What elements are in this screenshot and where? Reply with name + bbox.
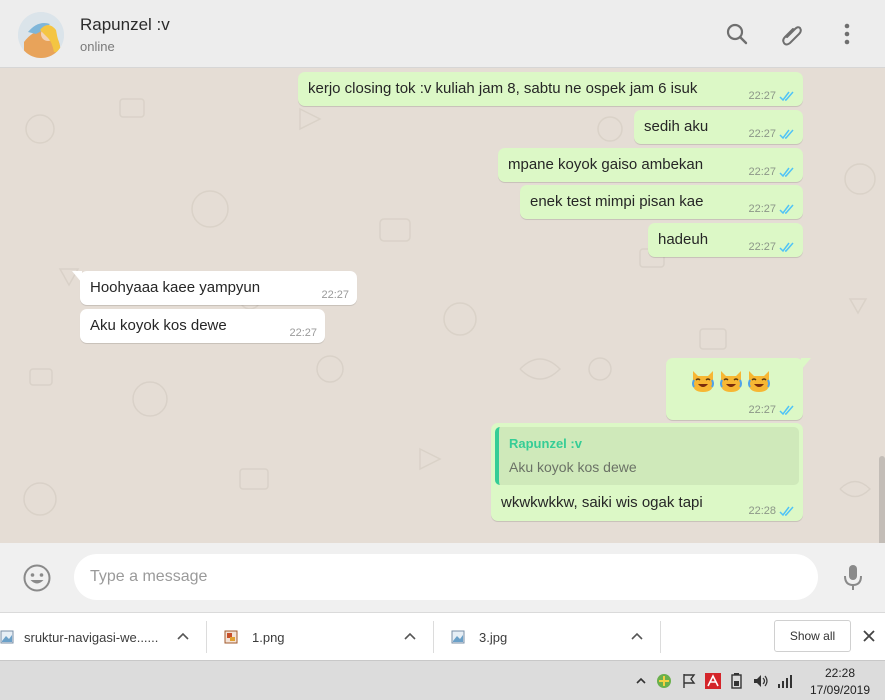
message-text: wkwkwkkw, saiki wis ogak tapi <box>501 494 703 511</box>
message-incoming[interactable]: Hoohyaaa kaee yampyun 22:27 <box>72 271 357 305</box>
app-tray-icon[interactable] <box>655 673 673 689</box>
antivirus-icon[interactable] <box>704 673 722 689</box>
message-time: 22:27 <box>748 203 776 215</box>
contact-name[interactable]: Rapunzel :v <box>80 15 170 35</box>
message-outgoing-reply[interactable]: Rapunzel :v Aku koyok kos dewe wkwkwkkw,… <box>491 423 803 521</box>
message-text: Hoohyaaa kaee yampyun <box>90 279 261 296</box>
message-outgoing[interactable]: kerjo closing tok :v kuliah jam 8, sabtu… <box>298 72 803 106</box>
emoji-icon[interactable] <box>22 563 52 593</box>
message-text: hadeuh <box>658 231 709 248</box>
message-outgoing[interactable]: hadeuh 22:27 <box>648 223 803 257</box>
avatar[interactable] <box>18 12 64 58</box>
message-outgoing[interactable]: sedih aku 22:27 <box>634 110 803 144</box>
tray-expand-icon[interactable] <box>632 673 650 689</box>
whatsapp-window: Rapunzel :v online kerjo closing tok:v … <box>0 0 885 612</box>
read-receipt-icon <box>779 405 794 415</box>
download-filename: 1.png <box>252 629 285 645</box>
download-item[interactable]: 3.jpg <box>451 619 507 655</box>
contact-status: online <box>80 39 115 54</box>
show-all-button[interactable]: Show all <box>774 620 851 652</box>
message-outgoing[interactable]: 22:27 <box>666 358 811 420</box>
menu-icon[interactable] <box>833 20 861 48</box>
image-file-icon <box>451 630 465 644</box>
bubble-tail <box>72 271 82 283</box>
cat-joy-emoji-icon <box>692 371 714 392</box>
quoted-message[interactable]: Rapunzel :v Aku koyok kos dewe <box>495 427 799 485</box>
chevron-up-icon[interactable] <box>630 629 644 643</box>
bubble-tail <box>801 358 811 370</box>
download-filename: 3.jpg <box>479 629 508 645</box>
download-item[interactable]: sruktur-navigasi-we...... <box>0 619 158 655</box>
read-receipt-icon <box>779 506 794 516</box>
message-time: 22:27 <box>748 241 776 253</box>
message-list[interactable]: kerjo closing tok :v kuliah jam 8, sabtu… <box>0 69 885 543</box>
chevron-up-icon[interactable] <box>403 629 417 643</box>
search-icon[interactable] <box>723 20 751 48</box>
emoji-content <box>690 368 772 394</box>
message-time: 22:27 <box>748 90 776 102</box>
download-bar: sruktur-navigasi-we...... 1.png 3.jpg Sh… <box>0 612 885 660</box>
clock-time[interactable]: 22:28 <box>810 666 870 680</box>
message-composer <box>0 543 885 612</box>
message-time: 22:27 <box>321 289 349 301</box>
message-time: 22:27 <box>289 327 317 339</box>
network-icon[interactable] <box>776 673 794 689</box>
message-time: 22:28 <box>748 505 776 517</box>
chat-scrollbar[interactable] <box>879 456 885 543</box>
cat-joy-emoji-icon <box>748 371 770 392</box>
close-icon[interactable] <box>861 628 877 644</box>
quoted-author: Rapunzel :v <box>509 436 582 451</box>
attach-icon[interactable] <box>778 20 806 48</box>
chevron-up-icon[interactable] <box>176 629 190 643</box>
message-input[interactable] <box>74 554 818 600</box>
flag-icon[interactable] <box>680 673 698 689</box>
volume-icon[interactable] <box>752 673 770 689</box>
battery-icon[interactable] <box>728 673 746 689</box>
message-text: enek test mimpi pisan kae <box>530 193 704 210</box>
message-incoming[interactable]: Aku koyok kos dewe 22:27 <box>80 309 325 343</box>
message-outgoing[interactable]: enek test mimpi pisan kae 22:27 <box>520 185 803 219</box>
download-item[interactable]: 1.png <box>224 619 285 655</box>
chat-header: Rapunzel :v online <box>0 0 885 68</box>
message-text: kerjo closing tok :v kuliah jam 8, sabtu… <box>308 80 698 97</box>
message-time: 22:27 <box>748 166 776 178</box>
image-file-icon <box>0 630 14 644</box>
read-receipt-icon <box>779 129 794 139</box>
image-file-icon <box>224 630 238 644</box>
message-time: 22:27 <box>748 128 776 140</box>
divider <box>660 621 661 653</box>
read-receipt-icon <box>779 242 794 252</box>
clock-date[interactable]: 17/09/2019 <box>806 683 874 697</box>
quoted-text: Aku koyok kos dewe <box>509 459 637 475</box>
message-text: sedih aku <box>644 118 709 135</box>
read-receipt-icon <box>779 204 794 214</box>
divider <box>206 621 207 653</box>
divider <box>433 621 434 653</box>
taskbar: 22:28 17/09/2019 <box>0 660 885 700</box>
cat-joy-emoji-icon <box>720 371 742 392</box>
download-filename: sruktur-navigasi-we...... <box>24 629 159 645</box>
read-receipt-icon <box>779 91 794 101</box>
message-time: 22:27 <box>748 404 776 416</box>
microphone-icon[interactable] <box>842 564 864 592</box>
message-text: mpane koyok gaiso ambekan <box>508 156 704 173</box>
read-receipt-icon <box>779 167 794 177</box>
message-text: Aku koyok kos dewe <box>90 317 227 334</box>
message-outgoing[interactable]: mpane koyok gaiso ambekan 22:27 <box>498 148 803 182</box>
